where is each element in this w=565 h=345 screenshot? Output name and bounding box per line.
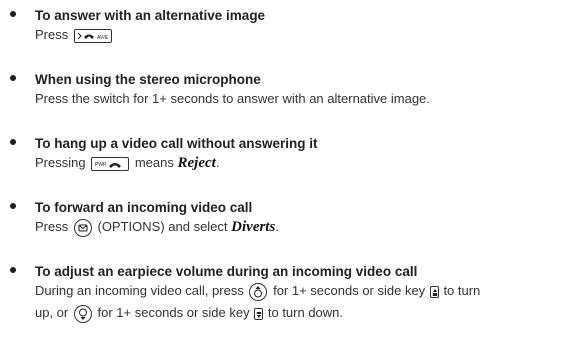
item-title: To forward an incoming video call bbox=[35, 200, 253, 215]
alt-image-answer-key-icon: AV/E bbox=[73, 28, 112, 43]
item-body: Press the switch for 1+ seconds to answe… bbox=[35, 91, 430, 106]
power-end-key-icon: PWR bbox=[91, 156, 130, 171]
item-body: Press AV/E bbox=[35, 26, 555, 43]
nav-up-key-icon bbox=[249, 282, 268, 301]
svg-text:PWR: PWR bbox=[95, 162, 107, 168]
list-item: To forward an incoming video call Press … bbox=[10, 200, 555, 240]
nav-down-key-icon bbox=[73, 304, 92, 323]
options-softkey-icon bbox=[73, 218, 92, 237]
list-item: To adjust an earpiece volume during an i… bbox=[10, 264, 555, 334]
item-body: Press (OPTIONS) and select Diverts. bbox=[35, 218, 279, 237]
list-item: When using the stereo microphone Press t… bbox=[10, 72, 555, 112]
side-key-down-icon bbox=[254, 307, 264, 320]
list-item: To hang up a video call without answerin… bbox=[10, 136, 555, 176]
item-title: When using the stereo microphone bbox=[35, 72, 261, 87]
svg-text:AV/E: AV/E bbox=[97, 35, 109, 41]
bullet bbox=[10, 139, 16, 145]
list-item: To answer with an alternative image Pres… bbox=[10, 8, 555, 48]
item-body: During an incoming video call, press for… bbox=[35, 280, 555, 324]
bullet bbox=[10, 75, 16, 81]
side-key-up-icon bbox=[429, 285, 439, 298]
item-title: To answer with an alternative image bbox=[35, 8, 266, 23]
item-title: To hang up a video call without answerin… bbox=[35, 136, 318, 151]
bullet bbox=[10, 267, 16, 273]
item-body: Pressing PWR means Reject. bbox=[35, 155, 220, 171]
item-title: To adjust an earpiece volume during an i… bbox=[35, 264, 418, 279]
bullet bbox=[10, 11, 16, 17]
bullet bbox=[10, 203, 16, 209]
